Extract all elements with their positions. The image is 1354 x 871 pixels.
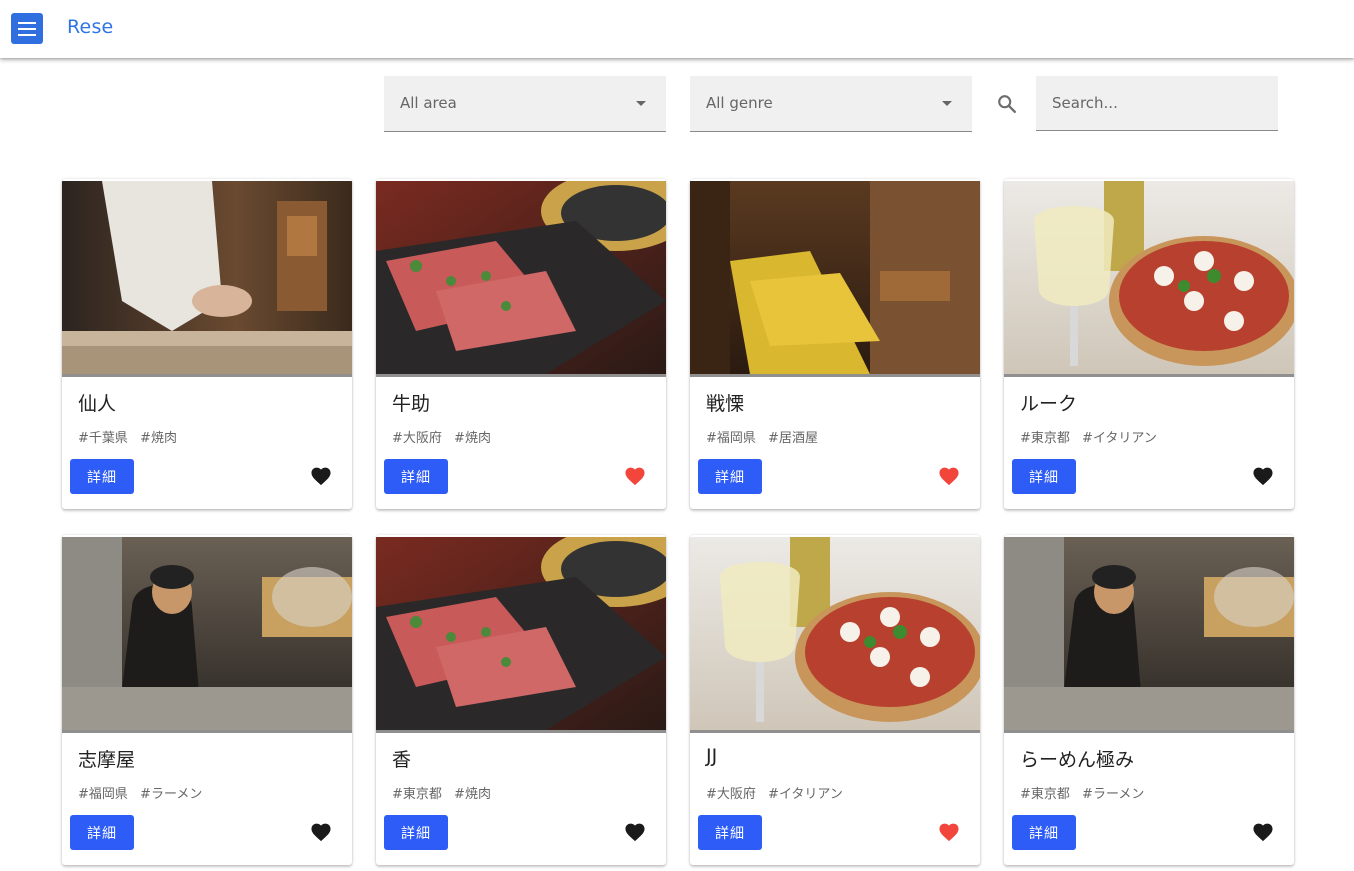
shop-photo <box>1004 537 1294 733</box>
shop-genre-tag: #イタリアン <box>1082 431 1157 446</box>
shop-area-tag: #千葉県 <box>78 431 128 446</box>
shop-area-tag: #東京都 <box>1020 787 1070 802</box>
heart-icon <box>625 823 645 842</box>
shop-name: 牛助 <box>392 393 431 415</box>
shop-genre-tag: #イタリアン <box>768 787 843 802</box>
shop-card: 香 #東京都 #焼肉 詳細 <box>376 535 666 865</box>
shop-tags: #東京都 #イタリアン <box>1020 427 1165 446</box>
shop-tags: #福岡県 #ラーメン <box>78 783 210 802</box>
shop-photo <box>690 181 980 377</box>
favorite-button[interactable] <box>310 466 332 486</box>
heart-icon <box>311 467 331 486</box>
favorite-button[interactable] <box>1252 466 1274 486</box>
shop-card: らーめん極み #東京都 #ラーメン 詳細 <box>1004 535 1294 865</box>
genre-select-value: All genre <box>706 94 773 112</box>
heart-icon <box>939 467 959 486</box>
shop-photo <box>62 537 352 733</box>
area-select[interactable]: All area <box>384 76 666 132</box>
shop-genre-tag: #焼肉 <box>454 787 491 802</box>
shop-tags: #東京都 #ラーメン <box>1020 783 1152 802</box>
shop-card: 戦慄 #福岡県 #居酒屋 詳細 <box>690 179 980 509</box>
shop-area-tag: #東京都 <box>392 787 442 802</box>
heart-icon <box>1253 823 1273 842</box>
shop-tags: #大阪府 #焼肉 <box>392 427 499 446</box>
favorite-button[interactable] <box>938 822 960 842</box>
detail-button[interactable]: 詳細 <box>1012 459 1076 494</box>
shop-tags: #東京都 #焼肉 <box>392 783 499 802</box>
favorite-button[interactable] <box>310 822 332 842</box>
area-select-value: All area <box>400 94 457 112</box>
shop-card: 牛助 #大阪府 #焼肉 詳細 <box>376 179 666 509</box>
shop-photo <box>62 181 352 377</box>
detail-button[interactable]: 詳細 <box>698 459 762 494</box>
shop-tags: #千葉県 #焼肉 <box>78 427 185 446</box>
shop-card: ルーク #東京都 #イタリアン 詳細 <box>1004 179 1294 509</box>
detail-button[interactable]: 詳細 <box>384 459 448 494</box>
heart-icon <box>311 823 331 842</box>
menu-icon <box>18 21 36 36</box>
shop-photo <box>1004 181 1294 377</box>
favorite-button[interactable] <box>938 466 960 486</box>
favorite-button[interactable] <box>1252 822 1274 842</box>
shop-area-tag: #大阪府 <box>392 431 442 446</box>
shop-genre-tag: #ラーメン <box>1082 787 1145 802</box>
shop-name: 仙人 <box>78 393 117 415</box>
shop-genre-tag: #焼肉 <box>454 431 491 446</box>
favorite-button[interactable] <box>624 822 646 842</box>
heart-icon <box>1253 467 1273 486</box>
shop-area-tag: #大阪府 <box>706 787 756 802</box>
detail-button[interactable]: 詳細 <box>384 815 448 850</box>
genre-dropdown-arrow-icon <box>942 101 952 106</box>
detail-button[interactable]: 詳細 <box>70 815 134 850</box>
shop-photo <box>376 181 666 377</box>
heart-icon <box>625 467 645 486</box>
shop-genre-tag: #居酒屋 <box>768 431 818 446</box>
shop-tags: #福岡県 #居酒屋 <box>706 427 826 446</box>
app-bar: Rese <box>0 0 1354 58</box>
brand-title[interactable]: Rese <box>67 16 113 38</box>
shop-genre-tag: #焼肉 <box>140 431 177 446</box>
shop-name: JJ <box>706 745 718 767</box>
search-icon <box>998 95 1016 113</box>
shop-card: 仙人 #千葉県 #焼肉 詳細 <box>62 179 352 509</box>
heart-icon <box>939 823 959 842</box>
shop-area-tag: #福岡県 <box>706 431 756 446</box>
shop-name: ルーク <box>1020 393 1078 415</box>
genre-select[interactable]: All genre <box>690 76 972 132</box>
area-dropdown-arrow-icon <box>636 101 646 106</box>
shop-name: 香 <box>392 749 412 771</box>
menu-button[interactable] <box>11 13 43 44</box>
shop-tags: #大阪府 #イタリアン <box>706 783 851 802</box>
shop-card: 志摩屋 #福岡県 #ラーメン 詳細 <box>62 535 352 865</box>
detail-button[interactable]: 詳細 <box>70 459 134 494</box>
favorite-button[interactable] <box>624 466 646 486</box>
search-filters: All area All genre <box>0 76 1354 132</box>
shop-name: 志摩屋 <box>78 749 136 771</box>
search-input[interactable] <box>1036 76 1278 131</box>
shop-card: JJ #大阪府 #イタリアン 詳細 <box>690 535 980 865</box>
shop-name: 戦慄 <box>706 393 745 415</box>
shop-photo <box>376 537 666 733</box>
shop-area-tag: #福岡県 <box>78 787 128 802</box>
shop-name: らーめん極み <box>1020 749 1135 771</box>
shop-genre-tag: #ラーメン <box>140 787 203 802</box>
detail-button[interactable]: 詳細 <box>698 815 762 850</box>
detail-button[interactable]: 詳細 <box>1012 815 1076 850</box>
shop-area-tag: #東京都 <box>1020 431 1070 446</box>
shop-photo <box>690 537 980 733</box>
